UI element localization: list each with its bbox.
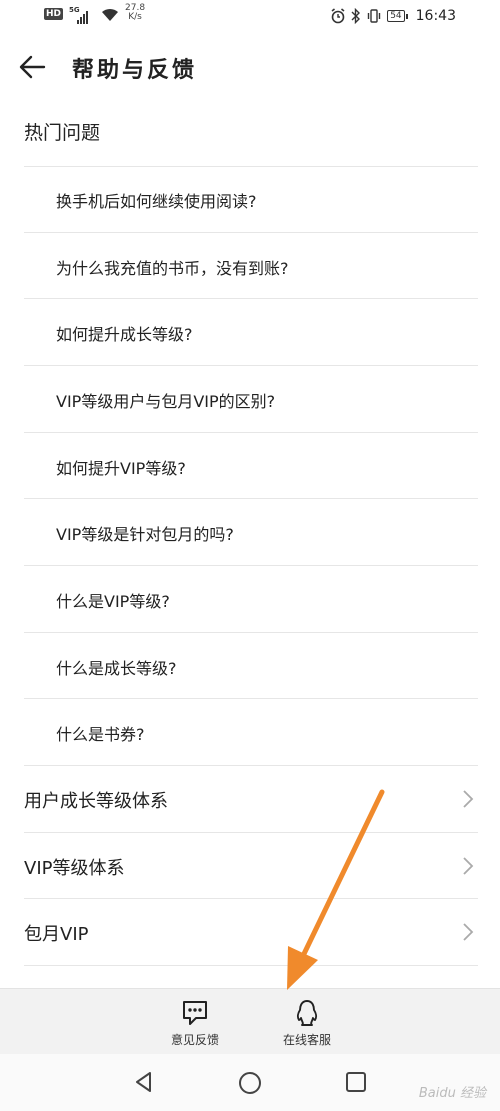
status-left: HD 5G 27.8 K/s (44, 4, 145, 24)
watermark: Baidu 经验 (418, 1086, 486, 1101)
wifi-icon (102, 8, 119, 21)
faq-item[interactable]: 换手机后如何继续使用阅读? (24, 166, 478, 233)
feedback-button[interactable]: 意见反馈 (160, 999, 230, 1048)
faq-item-label: 什么是成长等级? (56, 659, 177, 678)
qq-icon (296, 1000, 318, 1026)
status-bar: HD 5G 27.8 K/s 54 16:43 (0, 0, 500, 34)
faq-item[interactable]: 如何提升VIP等级? (24, 433, 478, 499)
nav-home-icon[interactable] (238, 1071, 262, 1095)
faq-item-label: VIP等级是针对包月的吗? (56, 525, 234, 544)
faq-item[interactable]: 为什么我充值的书币，没有到账? (24, 233, 478, 299)
faq-item[interactable]: VIP等级用户与包月VIP的区别? (24, 366, 478, 433)
status-right: 54 16:43 (330, 8, 456, 24)
nav-back-icon[interactable] (133, 1071, 155, 1093)
app-header: 帮助与反馈 (0, 34, 500, 100)
online-service-label: 在线客服 (282, 1033, 331, 1047)
message-icon (183, 1001, 207, 1025)
category-item-label: 用户成长等级体系 (24, 791, 168, 812)
system-nav-bar: Baidu 经验 (0, 1054, 500, 1111)
network-speed: 27.8 K/s (125, 3, 146, 22)
page-title: 帮助与反馈 (72, 58, 198, 83)
chevron-right-icon (463, 790, 474, 808)
faq-item-label: 什么是VIP等级? (56, 592, 170, 611)
nav-recents-icon[interactable] (345, 1071, 367, 1093)
faq-item[interactable]: 如何提升成长等级? (24, 299, 478, 366)
feedback-label: 意见反馈 (170, 1033, 219, 1047)
back-arrow-icon[interactable] (18, 52, 48, 82)
alarm-icon (331, 8, 345, 24)
bottom-action-bar: 意见反馈 在线客服 (0, 988, 500, 1055)
battery-icon: 54 (387, 10, 409, 22)
faq-item-label: 如何提升成长等级? (56, 325, 193, 344)
chevron-right-icon (463, 857, 474, 875)
clock: 16:43 (415, 8, 456, 24)
online-service-button[interactable]: 在线客服 (272, 999, 342, 1048)
faq-item-label: 什么是书券? (56, 725, 145, 744)
section-title-hot-questions: 热门问题 (24, 122, 101, 144)
signal-icon: 5G (69, 6, 95, 24)
vibrate-icon (367, 9, 381, 23)
category-item[interactable]: VIP等级体系 (24, 833, 478, 899)
faq-item[interactable]: 什么是书券? (24, 699, 478, 766)
faq-item-label: 如何提升VIP等级? (56, 459, 186, 478)
faq-item[interactable]: VIP等级是针对包月的吗? (24, 499, 478, 566)
faq-item-label: 换手机后如何继续使用阅读? (56, 192, 257, 211)
hd-badge: HD (44, 8, 64, 20)
category-item-label: 包月VIP (24, 924, 89, 945)
bluetooth-icon (351, 8, 361, 24)
category-item[interactable]: 用户成长等级体系 (24, 766, 478, 833)
chevron-right-icon (463, 923, 474, 941)
faq-item-label: VIP等级用户与包月VIP的区别? (56, 392, 276, 411)
faq-item[interactable]: 什么是VIP等级? (24, 566, 478, 633)
category-item[interactable]: 包月VIP (24, 899, 478, 966)
category-item-label: VIP等级体系 (24, 858, 125, 879)
faq-item[interactable]: 什么是成长等级? (24, 633, 478, 699)
faq-item-label: 为什么我充值的书币，没有到账? (56, 259, 289, 278)
